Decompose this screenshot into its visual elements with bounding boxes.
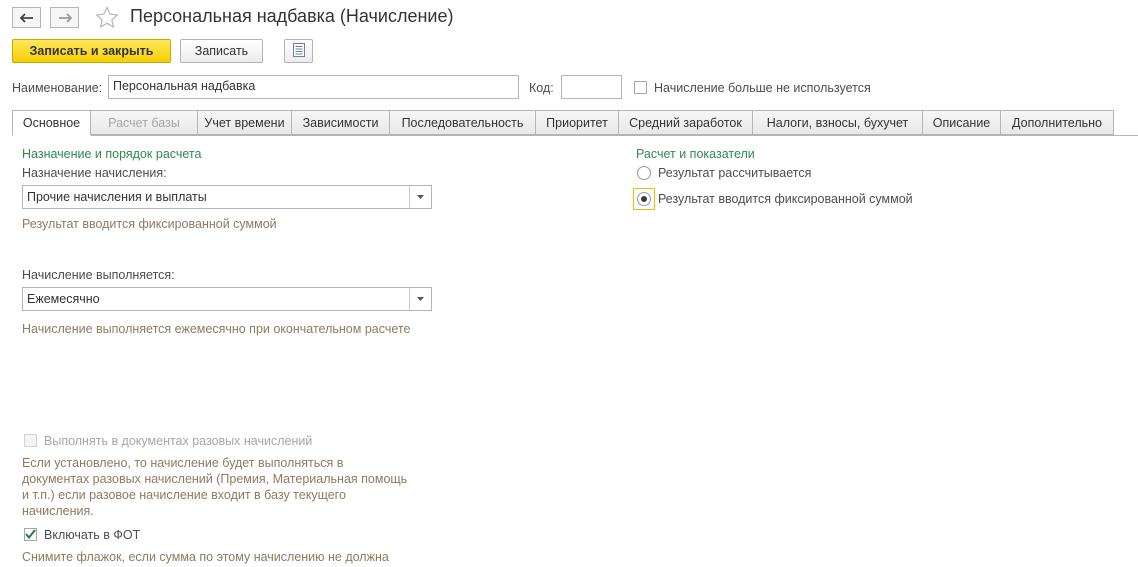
tab-dependencies[interactable]: Зависимости (292, 110, 390, 135)
radio-calculated[interactable] (637, 166, 651, 180)
schedule-select[interactable]: Ежемесячно (22, 287, 432, 311)
onetime-label: Выполнять в документах разовых начислени… (44, 434, 313, 448)
schedule-hint: Начисление выполняется ежемесячно при ок… (22, 322, 411, 336)
purpose-label: Назначение начисления: (22, 166, 167, 180)
purpose-value: Прочие начисления и выплаты (27, 190, 207, 204)
checkmark-icon (25, 528, 36, 542)
arrow-left-icon (19, 12, 34, 23)
schedule-value: Ежемесячно (27, 292, 100, 306)
purpose-select[interactable]: Прочие начисления и выплаты (22, 185, 432, 209)
favorite-star-icon[interactable] (95, 6, 119, 32)
tab-sequence[interactable]: Последовательность (390, 110, 536, 135)
fot-hint: Снимите флажок, если сумма по этому начи… (22, 550, 389, 564)
tab-description[interactable]: Описание (923, 110, 1001, 135)
radio-selected-dot (641, 196, 647, 202)
name-label: Наименование: (12, 81, 103, 95)
code-field[interactable] (561, 75, 622, 99)
tab-taxes[interactable]: Налоги, взносы, бухучет (753, 110, 923, 135)
unused-label: Начисление больше не используется (654, 81, 871, 95)
fot-label: Включать в ФОТ (44, 528, 141, 542)
onetime-checkbox[interactable] (24, 434, 37, 447)
purpose-hint: Результат вводится фиксированной суммой (22, 217, 277, 231)
forward-button[interactable] (50, 7, 79, 28)
onetime-hint-line: начисления. (22, 504, 94, 518)
chevron-down-icon[interactable] (409, 288, 431, 310)
onetime-hint: Если установлено, то начисление будет вы… (22, 455, 407, 519)
chevron-down-icon[interactable] (409, 186, 431, 208)
purpose-section-title: Назначение и порядок расчета (22, 147, 202, 161)
unused-checkbox[interactable] (634, 81, 647, 94)
tab-main[interactable]: Основное (12, 110, 91, 136)
document-list-icon (292, 42, 305, 60)
back-button[interactable] (12, 7, 41, 28)
onetime-hint-line: и т.п.) если разовое начисление входит в… (22, 488, 346, 502)
calc-section-title: Расчет и показатели (636, 147, 755, 161)
document-list-button[interactable] (284, 39, 313, 63)
onetime-hint-line: Если установлено, то начисление будет вы… (22, 456, 344, 470)
save-and-close-button[interactable]: Записать и закрыть (12, 39, 171, 63)
save-button[interactable]: Записать (180, 39, 263, 63)
tab-additional[interactable]: Дополнительно (1001, 110, 1114, 135)
tab-bar: Основное Расчет базы Учет времени Зависи… (12, 110, 1138, 136)
code-label: Код: (529, 81, 554, 95)
radio-calculated-label: Результат рассчитывается (658, 166, 812, 180)
tab-average-earnings[interactable]: Средний заработок (619, 110, 753, 135)
tab-time-accounting[interactable]: Учет времени (198, 110, 292, 135)
schedule-label: Начисление выполняется: (22, 268, 175, 282)
tab-priority[interactable]: Приоритет (536, 110, 619, 135)
name-field[interactable]: Персональная надбавка (108, 75, 519, 99)
arrow-right-icon (58, 12, 72, 23)
radio-fixed[interactable] (637, 192, 651, 206)
radio-fixed-label: Результат вводится фиксированной суммой (658, 192, 913, 206)
tab-base-calculation[interactable]: Расчет базы (91, 110, 198, 135)
onetime-hint-line: документах разовых начислений (Премия, М… (22, 472, 408, 486)
page-title: Персональная надбавка (Начисление) (130, 6, 454, 26)
fot-checkbox[interactable] (24, 528, 37, 541)
